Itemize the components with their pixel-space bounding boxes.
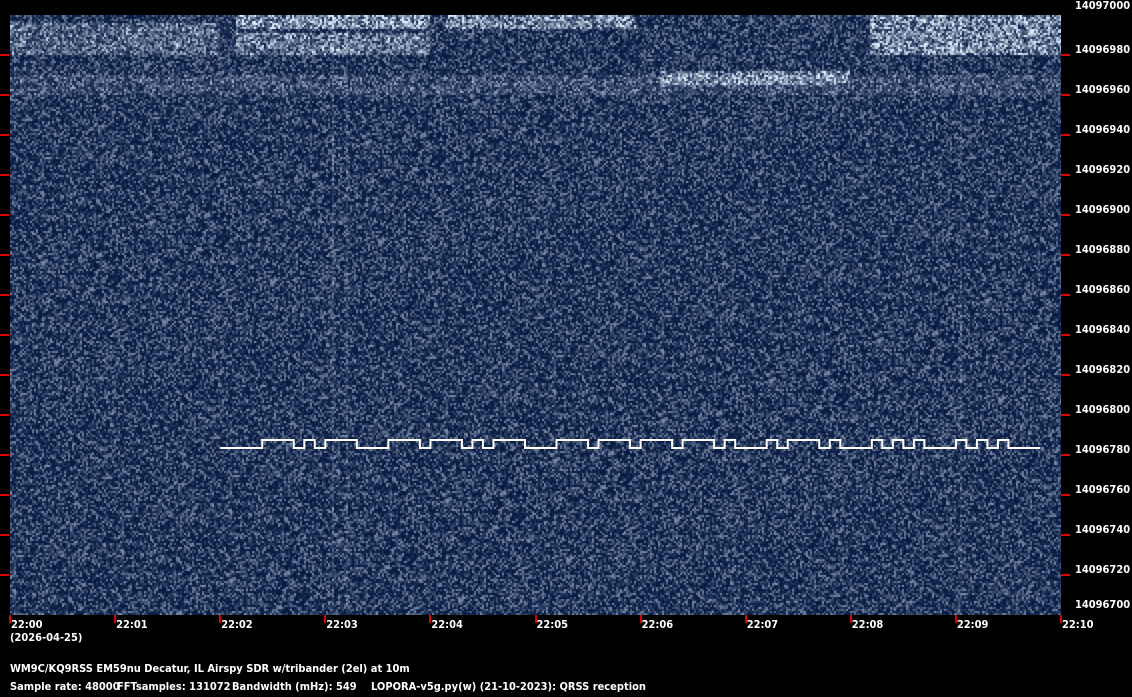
y-tick-label: 14096760	[1075, 483, 1131, 496]
x-tick-label: 22:04	[431, 618, 463, 631]
x-tick-label: 22:10	[1062, 618, 1094, 631]
x-tick-label: 22:09	[956, 618, 989, 631]
sample-rate: Sample rate: 48000	[10, 680, 120, 693]
y-tick-right	[1061, 54, 1070, 56]
y-tick-right	[1061, 574, 1070, 576]
y-tick-left	[0, 294, 9, 296]
x-tick-label: 22:00	[11, 618, 43, 631]
y-tick-label: 14096700	[1075, 598, 1131, 611]
y-tick-label: 14096920	[1075, 163, 1131, 176]
y-tick-right	[1061, 214, 1070, 216]
x-tick-label: 22:08	[851, 618, 884, 631]
y-tick-right	[1061, 94, 1070, 96]
x-tick-label: 22:05	[536, 618, 569, 631]
x-tick-label: 22:07	[746, 618, 779, 631]
y-tick-label: 14097000	[1075, 0, 1131, 12]
y-tick-left	[0, 534, 9, 536]
y-tick-label: 14096720	[1075, 563, 1131, 576]
y-tick-left	[0, 334, 9, 336]
bandwidth: Bandwidth (mHz): 549	[232, 680, 357, 693]
software-version: LOPORA-v5g.py(w) (21-10-2023): QRSS rece…	[371, 680, 646, 693]
y-tick-right	[1061, 374, 1070, 376]
y-tick-left	[0, 54, 9, 56]
y-tick-right	[1061, 334, 1070, 336]
y-tick-right	[1061, 454, 1070, 456]
signal-overlay	[220, 439, 1040, 449]
y-tick-right	[1061, 534, 1070, 536]
y-tick-left	[0, 574, 9, 576]
y-tick-label: 14096800	[1075, 403, 1131, 416]
y-tick-left	[0, 214, 9, 216]
y-tick-label: 14096780	[1075, 443, 1131, 456]
y-tick-label: 14096740	[1075, 523, 1131, 536]
fft-samples: FFTsamples: 131072	[117, 680, 231, 693]
y-tick-left	[0, 94, 9, 96]
y-tick-left	[0, 414, 9, 416]
y-tick-right	[1061, 134, 1070, 136]
y-tick-right	[1061, 294, 1070, 296]
y-tick-left	[0, 174, 9, 176]
y-tick-right	[1061, 494, 1070, 496]
y-tick-label: 14096900	[1075, 203, 1131, 216]
y-tick-left	[0, 254, 9, 256]
y-tick-left	[0, 494, 9, 496]
y-tick-label: 14096880	[1075, 243, 1131, 256]
y-tick-label: 14096860	[1075, 283, 1131, 296]
station-info: WM9C/KQ9RSS EM59nu Decatur, IL Airspy SD…	[10, 662, 410, 675]
y-tick-left	[0, 134, 9, 136]
y-tick-label: 14096960	[1075, 83, 1131, 96]
y-tick-label: 14096840	[1075, 323, 1131, 336]
y-tick-label: 14096820	[1075, 363, 1131, 376]
x-tick-label: 22:03	[326, 618, 358, 631]
x-tick-label: 22:02	[221, 618, 253, 631]
qrss-signal-trace	[220, 439, 1040, 449]
y-tick-left	[0, 454, 9, 456]
x-tick-label: 22:01	[116, 618, 148, 631]
x-tick-label: 22:06	[641, 618, 674, 631]
y-tick-right	[1061, 174, 1070, 176]
y-tick-label: 14096940	[1075, 123, 1131, 136]
y-tick-label: 14096980	[1075, 43, 1131, 56]
y-tick-left	[0, 374, 9, 376]
y-tick-right	[1061, 254, 1070, 256]
date-label: (2026-04-25)	[10, 631, 83, 644]
y-tick-right	[1061, 414, 1070, 416]
